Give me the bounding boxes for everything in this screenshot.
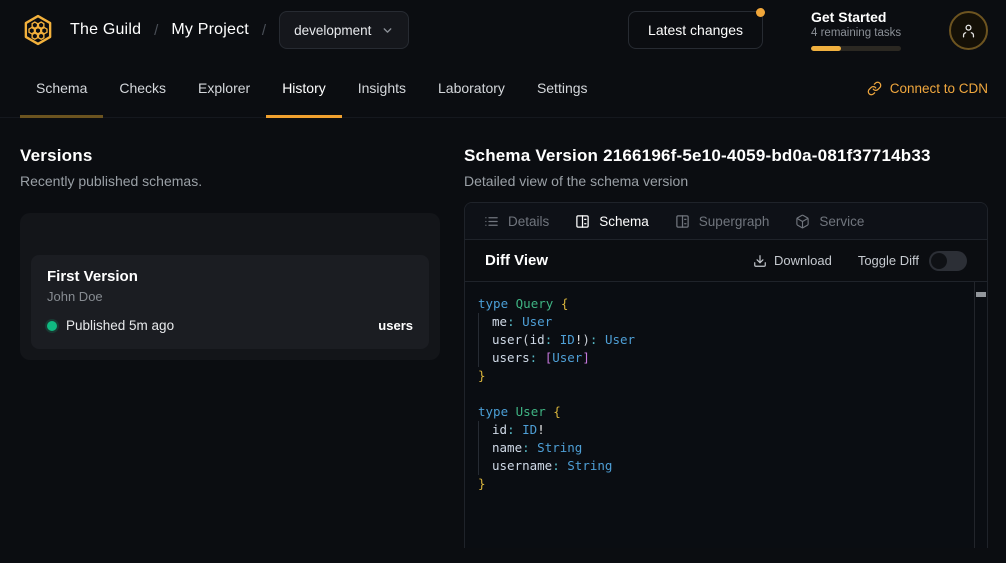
main-content: Versions Recently published schemas. Fir…: [0, 118, 1006, 548]
nav-tab-schema[interactable]: Schema: [20, 60, 103, 118]
diff-view-title: Diff View: [485, 252, 548, 269]
target-selector[interactable]: development: [279, 11, 409, 49]
detail-tab-schema[interactable]: Schema: [562, 203, 662, 239]
schema-version-panel: Schema Version 2166196f-5e10-4059-bd0a-0…: [464, 146, 988, 548]
detail-tab-details[interactable]: Details: [471, 203, 562, 239]
version-name: First Version: [47, 268, 413, 285]
main-nav: SchemaChecksExplorerHistoryInsightsLabor…: [0, 60, 1006, 118]
versions-title: Versions: [20, 146, 464, 166]
detail-tab-label: Schema: [599, 214, 649, 229]
version-status: Published 5m ago: [66, 318, 174, 333]
download-icon: [753, 254, 767, 268]
detail-tab-label: Details: [508, 214, 549, 229]
org-breadcrumb[interactable]: The Guild: [70, 21, 141, 39]
diff-toolbar: Diff View Download Toggle Diff: [465, 240, 987, 282]
schema-version-detail-card: Details Schema Supergraph Service Diff View…: [464, 202, 988, 548]
hive-logo-icon[interactable]: [20, 12, 56, 48]
schema-sdl-code[interactable]: type Query {me: Useruser(id: ID!): Useru…: [478, 295, 961, 493]
detail-tab-supergraph[interactable]: Supergraph: [662, 203, 783, 239]
get-started-progressbar: [811, 46, 901, 51]
nav-tab-settings[interactable]: Settings: [521, 60, 604, 118]
nav-tab-explorer[interactable]: Explorer: [182, 60, 266, 118]
version-list-item[interactable]: First Version John Doe Published 5m ago …: [31, 255, 429, 349]
toggle-diff-label: Toggle Diff: [858, 253, 919, 268]
detail-tab-service[interactable]: Service: [782, 203, 877, 239]
schema-code-viewer: type Query {me: Useruser(id: ID!): Useru…: [465, 282, 987, 548]
get-started-subtitle: 4 remaining tasks: [811, 27, 901, 39]
app-header: The Guild / My Project / development Lat…: [0, 0, 1006, 60]
nav-tab-checks[interactable]: Checks: [103, 60, 182, 118]
get-started-widget[interactable]: Get Started 4 remaining tasks: [811, 9, 901, 51]
nav-tab-insights[interactable]: Insights: [342, 60, 422, 118]
schema-version-title: Schema Version 2166196f-5e10-4059-bd0a-0…: [464, 146, 988, 166]
main-nav-tabs: SchemaChecksExplorerHistoryInsightsLabor…: [20, 60, 604, 117]
nav-tab-history[interactable]: History: [266, 60, 342, 118]
target-selector-value: development: [294, 23, 371, 38]
versions-subtitle: Recently published schemas.: [20, 173, 464, 189]
columns-icon: [675, 214, 690, 229]
detail-tabs: Details Schema Supergraph Service: [465, 203, 987, 240]
toggle-knob: [931, 253, 947, 269]
nav-tab-laboratory[interactable]: Laboratory: [422, 60, 521, 118]
version-author: John Doe: [47, 289, 413, 304]
notification-dot: [756, 8, 765, 17]
detail-tab-label: Supergraph: [699, 214, 770, 229]
schema-version-subtitle: Detailed view of the schema version: [464, 173, 988, 189]
latest-changes-button[interactable]: Latest changes: [628, 11, 763, 49]
versions-list-card: First Version John Doe Published 5m ago …: [20, 213, 440, 360]
version-service-name: users: [378, 318, 413, 333]
link-icon: [867, 81, 882, 96]
list-icon: [484, 214, 499, 229]
project-breadcrumb[interactable]: My Project: [171, 21, 249, 39]
published-status-dot: [47, 321, 57, 331]
connect-to-cdn-button[interactable]: Connect to CDN: [867, 60, 988, 117]
user-avatar-button[interactable]: [949, 11, 988, 50]
user-icon: [960, 22, 977, 39]
code-scrollbar-track: [974, 282, 987, 548]
download-button[interactable]: Download: [753, 253, 832, 268]
breadcrumb-separator: /: [154, 22, 158, 39]
get-started-progress-fill: [811, 46, 841, 51]
toggle-diff-switch[interactable]: [929, 251, 967, 271]
code-scrollbar-thumb[interactable]: [976, 292, 986, 297]
breadcrumb-separator: /: [262, 22, 266, 39]
get-started-title: Get Started: [811, 9, 901, 25]
versions-panel: Versions Recently published schemas. Fir…: [20, 146, 464, 548]
box-icon: [795, 214, 810, 229]
connect-to-cdn-label: Connect to CDN: [890, 81, 988, 96]
chevron-down-icon: [381, 24, 394, 37]
columns-icon: [575, 214, 590, 229]
download-label: Download: [774, 253, 832, 268]
detail-tab-label: Service: [819, 214, 864, 229]
